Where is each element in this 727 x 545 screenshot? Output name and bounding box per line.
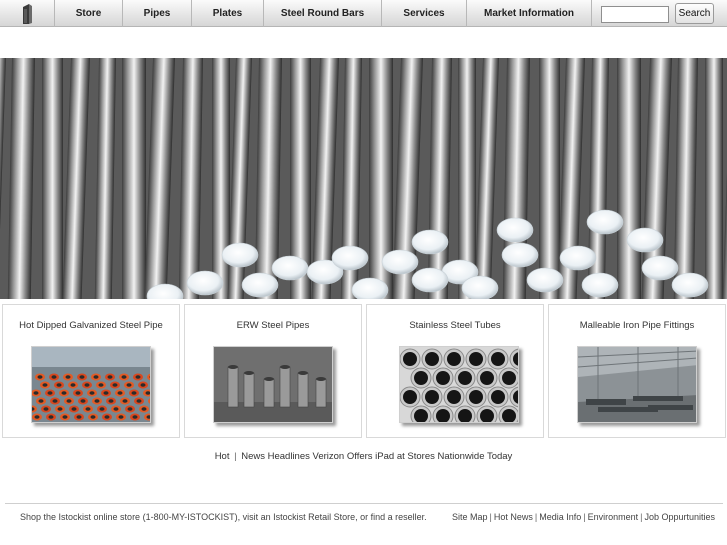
product-card-malleable-fittings[interactable]: Malleable Iron Pipe Fittings (548, 304, 726, 438)
product-card-galvanized-pipe[interactable]: Hot Dipped Galvanized Steel Pipe (2, 304, 180, 438)
steel-round-bars-photo (0, 58, 727, 299)
nav-item-steel-round-bars[interactable]: Steel Round Bars (264, 0, 382, 27)
news-headline-bar: Hot | News Headlines Verizon Offers iPad… (0, 451, 727, 462)
product-image[interactable] (577, 346, 697, 423)
footer-link-hot-news[interactable]: Hot News (494, 512, 533, 522)
product-card-stainless-tubes[interactable]: Stainless Steel Tubes (366, 304, 544, 438)
nav-item-plates[interactable]: Plates (192, 0, 264, 27)
warehouse-fittings-photo (578, 347, 696, 422)
nav-item-pipes[interactable]: Pipes (123, 0, 192, 27)
footer-divider (5, 503, 723, 504)
product-image[interactable] (213, 346, 333, 423)
product-image[interactable] (31, 346, 151, 423)
product-title[interactable]: ERW Steel Pipes (185, 320, 361, 331)
news-headline-link[interactable]: News Headlines Verizon Offers iPad at St… (241, 451, 512, 462)
nav-item-services[interactable]: Services (382, 0, 467, 27)
footer-link-media-info[interactable]: Media Info (539, 512, 581, 522)
product-card-erw-pipes[interactable]: ERW Steel Pipes (184, 304, 362, 438)
footer-link-site-map[interactable]: Site Map (452, 512, 488, 522)
separator: | (234, 451, 237, 462)
search-input[interactable] (601, 6, 669, 23)
hot-link[interactable]: Hot (215, 451, 230, 462)
footer-link-environment[interactable]: Environment (588, 512, 639, 522)
logo[interactable] (0, 0, 55, 27)
product-title[interactable]: Malleable Iron Pipe Fittings (549, 320, 725, 331)
hero-banner (0, 58, 727, 299)
product-image[interactable] (399, 346, 519, 423)
erw-pipes-photo (214, 347, 332, 422)
footer-store-text: Shop the Istockist online store (1-800-M… (20, 512, 427, 522)
top-nav-bar: Store Pipes Plates Steel Round Bars Serv… (0, 0, 727, 27)
nav-item-store[interactable]: Store (55, 0, 123, 27)
stainless-tubes-photo (400, 347, 518, 422)
footer-links: Site Map | Hot News | Media Info | Environment… (452, 512, 715, 522)
galvanized-pipe-stack-photo (32, 347, 150, 422)
nav-item-market-information[interactable]: Market Information (467, 0, 592, 27)
search-button[interactable]: Search (675, 3, 714, 24)
footer-link-job-oppurtunities[interactable]: Job Oppurtunities (644, 512, 715, 522)
product-title[interactable]: Stainless Steel Tubes (367, 320, 543, 331)
product-title[interactable]: Hot Dipped Galvanized Steel Pipe (3, 320, 179, 331)
istockist-logo-icon (23, 3, 32, 24)
